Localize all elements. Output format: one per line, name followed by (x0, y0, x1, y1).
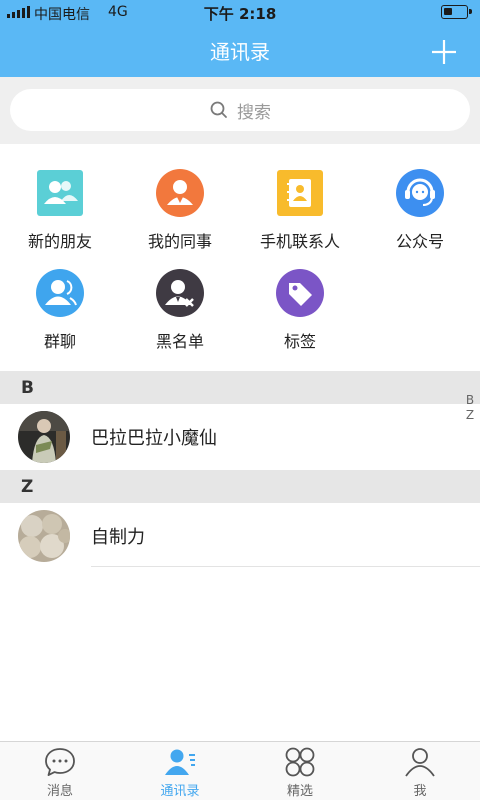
colleagues-label: 我的同事 (147, 232, 212, 251)
contacts-screen: 中国电信 4G 下午 2:18 通讯录 搜索 新的朋友 我的同事 手机联系人 公… (0, 0, 480, 800)
tab-messages[interactable]: 消息 (0, 742, 120, 800)
status-bar: 中国电信 4G 下午 2:18 (0, 0, 480, 26)
search-icon (210, 101, 227, 118)
colleagues-icon (156, 169, 204, 217)
search-area: 搜索 (0, 77, 480, 144)
section-header-b: B (0, 371, 480, 405)
new-friends-item[interactable]: 新的朋友 (0, 168, 120, 252)
official-accounts-icon (396, 169, 444, 217)
search-input[interactable]: 搜索 (10, 89, 470, 131)
index-letter[interactable]: Z (462, 408, 478, 423)
contacts-icon (165, 749, 195, 775)
featured-grid-icon (285, 747, 315, 777)
message-bubble-icon (45, 748, 75, 776)
tab-bar: 消息 通讯录 精选 我 (0, 741, 480, 800)
phone-contacts-icon (277, 170, 323, 216)
add-button[interactable] (426, 34, 462, 70)
tag-icon (276, 269, 324, 317)
tab-contacts[interactable]: 通讯录 (120, 742, 240, 800)
contact-row[interactable]: 巴拉巴拉小魔仙 (0, 404, 480, 468)
phone-contacts-label: 手机联系人 (259, 232, 340, 251)
official-accounts-label: 公众号 (395, 232, 444, 251)
phone-contacts-item[interactable]: 手机联系人 (240, 168, 360, 252)
avatar (18, 411, 70, 463)
blacklist-icon (156, 269, 204, 317)
plus-icon (432, 40, 456, 64)
colleagues-item[interactable]: 我的同事 (120, 168, 240, 252)
function-grid: 新的朋友 我的同事 手机联系人 公众号 群聊 黑名单 标签 (0, 144, 480, 371)
group-chat-label: 群聊 (43, 332, 76, 351)
new-friends-icon (37, 170, 83, 216)
tab-featured-label: 精选 (286, 784, 313, 799)
avatar (18, 510, 70, 562)
row-divider (91, 566, 480, 567)
section-header-z: Z (0, 470, 480, 504)
contact-name: 巴拉巴拉小魔仙 (91, 428, 217, 449)
official-accounts-item[interactable]: 公众号 (360, 168, 480, 252)
battery-icon (441, 5, 472, 19)
profile-icon (405, 748, 435, 777)
tab-messages-label: 消息 (46, 784, 73, 799)
tab-contacts-label: 通讯录 (160, 784, 200, 799)
tab-me[interactable]: 我 (360, 742, 480, 800)
page-title: 通讯录 (210, 40, 270, 64)
header: 中国电信 4G 下午 2:18 通讯录 (0, 0, 480, 77)
index-letter[interactable]: B (462, 393, 478, 408)
group-chat-item[interactable]: 群聊 (0, 268, 120, 352)
blacklist-item[interactable]: 黑名单 (120, 268, 240, 352)
tag-item[interactable]: 标签 (240, 268, 360, 352)
new-friends-label: 新的朋友 (27, 232, 92, 251)
tab-featured[interactable]: 精选 (240, 742, 360, 800)
alphabet-index[interactable]: B Z (462, 393, 478, 423)
group-chat-icon (36, 269, 84, 317)
blacklist-label: 黑名单 (155, 332, 204, 351)
contact-name: 自制力 (91, 527, 145, 548)
clock: 下午 2:18 (203, 5, 277, 23)
contact-row[interactable]: 自制力 (0, 503, 480, 567)
search-placeholder: 搜索 (237, 102, 271, 123)
tab-me-label: 我 (413, 784, 427, 799)
tag-label: 标签 (283, 332, 316, 351)
